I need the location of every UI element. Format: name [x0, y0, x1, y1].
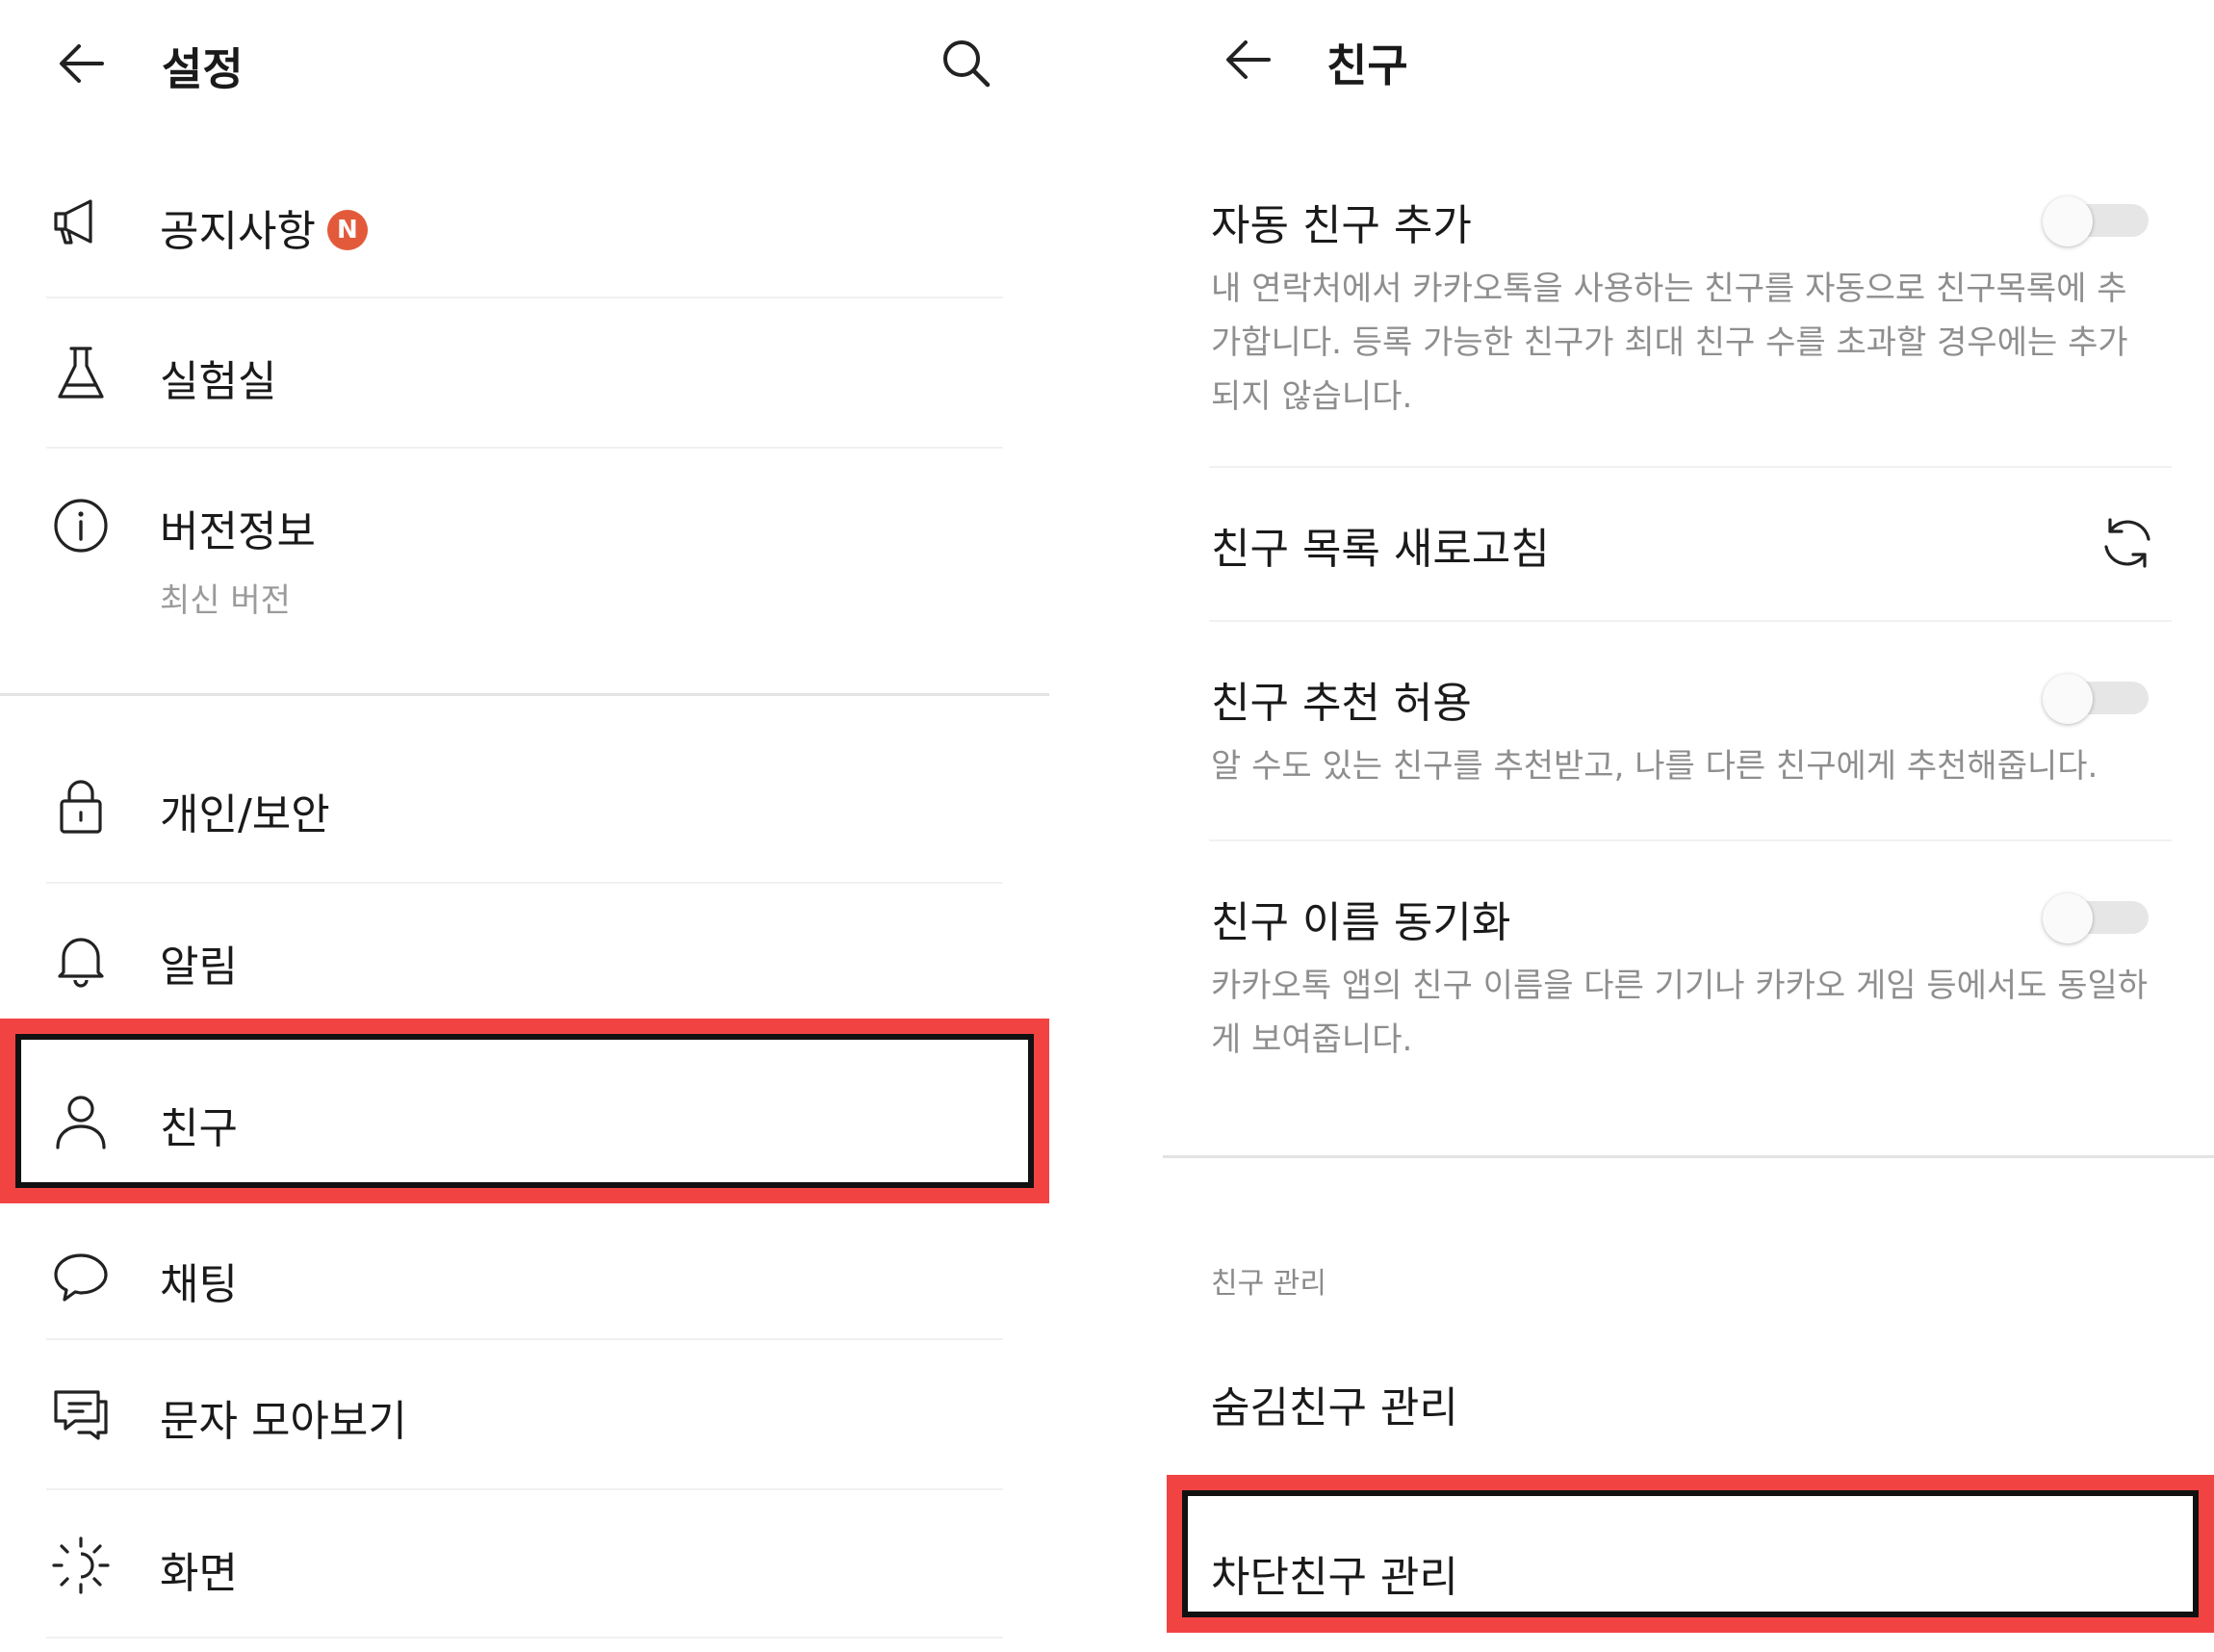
toggle-knob	[2043, 674, 2093, 724]
settings-item-label: 화면	[160, 1549, 238, 1598]
section-header: 친구 관리	[1211, 1267, 1326, 1301]
auto-add-toggle[interactable]	[2043, 196, 2150, 246]
option-sync-friend-names: 친구 이름 동기화 카카오톡 앱의 친구 이름을 다른 기기나 카카오 게임 등…	[1163, 857, 2214, 1088]
section-divider	[0, 693, 1049, 696]
manage-item-label: 숨김친구 관리	[1211, 1383, 1458, 1433]
divider	[46, 447, 1003, 449]
settings-item-label: 공지사항 N	[160, 196, 368, 258]
friends-settings-screen: 친구 자동 친구 추가 내 연락처에서 카카오톡을 사용하는 친구를 자동으로 …	[1163, 0, 2214, 1652]
back-arrow-icon[interactable]	[52, 33, 114, 94]
option-label: 친구 추천 허용	[1211, 679, 1472, 728]
flask-icon	[50, 343, 112, 404]
divider	[46, 297, 1003, 298]
highlight-inner-border	[15, 1034, 1034, 1188]
toggle-knob	[2043, 893, 2093, 943]
settings-item-notification[interactable]: 알림	[0, 893, 1049, 1024]
sync-names-toggle[interactable]	[2043, 893, 2150, 943]
new-badge: N	[326, 210, 368, 250]
bell-icon	[50, 928, 112, 990]
option-description: 카카오톡 앱의 친구 이름을 다른 기기나 카카오 게임 등에서도 동일하게 보…	[1211, 967, 2149, 1059]
divider	[46, 882, 1003, 884]
option-description: 내 연락처에서 카카오톡을 사용하는 친구를 자동으로 친구목록에 추가합니다.…	[1211, 270, 2128, 416]
settings-item-label: 실험실	[160, 357, 277, 406]
manage-hidden-friends[interactable]: 숨김친구 관리	[1163, 1344, 2214, 1469]
settings-item-privacy[interactable]: 개인/보안	[0, 741, 1049, 872]
back-arrow-icon[interactable]	[1219, 29, 1280, 90]
settings-item-version[interactable]: 버전정보 최신 버전	[0, 460, 1049, 643]
divider	[1209, 466, 2172, 468]
settings-item-label: 개인/보안	[160, 790, 330, 839]
divider	[1209, 620, 2172, 622]
settings-item-label: 채팅	[160, 1260, 238, 1309]
megaphone-icon	[50, 191, 112, 252]
settings-item-notice[interactable]: 공지사항 N	[0, 156, 1049, 287]
settings-item-display[interactable]: 화면	[0, 1500, 1049, 1631]
toggle-knob	[2043, 196, 2093, 246]
settings-item-label: 버전정보	[160, 507, 316, 556]
option-allow-recommend: 친구 추천 허용 알 수도 있는 친구를 추천받고, 나를 다른 친구에게 추천…	[1163, 639, 2214, 832]
settings-item-chat[interactable]: 채팅	[0, 1211, 1049, 1342]
highlight-box-friends	[0, 1019, 1049, 1203]
section-divider	[1163, 1155, 2214, 1158]
divider	[46, 1488, 1003, 1490]
option-label: 친구 이름 동기화	[1211, 898, 1511, 947]
notice-label: 공지사항	[160, 207, 316, 256]
divider	[46, 1637, 1003, 1639]
version-status: 최신 버전	[160, 581, 291, 620]
settings-item-lab[interactable]: 실험실	[0, 308, 1049, 439]
option-label: 친구 목록 새로고침	[1211, 525, 1550, 574]
settings-screen: 설정 공지사항 N 실험실 버전정보 최신 버전 개인/보안 알림 친구 채팅 …	[0, 0, 1049, 1652]
refresh-icon[interactable]	[2097, 512, 2158, 574]
settings-item-sms[interactable]: 문자 모아보기	[0, 1348, 1049, 1479]
info-icon	[50, 495, 112, 556]
option-auto-add-friends: 자동 친구 추가 내 연락처에서 카카오톡을 사용하는 친구를 자동으로 친구목…	[1163, 173, 2214, 462]
divider	[1209, 839, 2172, 841]
highlight-inner-border	[1182, 1490, 2199, 1617]
settings-item-label: 문자 모아보기	[160, 1397, 407, 1446]
page-title: 친구	[1326, 39, 1408, 91]
message-icon	[50, 1382, 112, 1444]
display-icon	[50, 1535, 112, 1596]
divider	[46, 1338, 1003, 1340]
settings-item-label: 알림	[160, 942, 238, 992]
option-label: 자동 친구 추가	[1211, 201, 1472, 250]
recommend-toggle[interactable]	[2043, 674, 2150, 724]
chat-bubble-icon	[50, 1246, 112, 1307]
lock-icon	[50, 776, 112, 838]
highlight-box-blocked	[1167, 1475, 2214, 1633]
option-refresh-friend-list[interactable]: 친구 목록 새로고침	[1163, 481, 2214, 612]
search-icon[interactable]	[936, 33, 997, 94]
option-description: 알 수도 있는 친구를 추천받고, 나를 다른 친구에게 추천해줍니다.	[1211, 747, 2098, 786]
page-title: 설정	[162, 43, 244, 95]
